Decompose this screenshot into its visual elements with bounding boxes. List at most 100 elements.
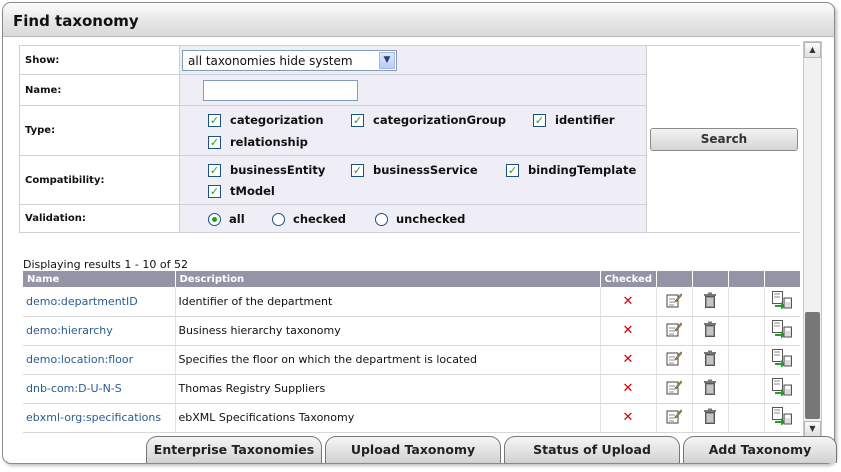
- checkbox-check-icon: ✓: [351, 113, 364, 127]
- type-categorizationgroup-checkbox[interactable]: ✓ categorizationGroup: [351, 113, 506, 127]
- taxonomy-name-link[interactable]: demo:departmentID: [23, 287, 176, 317]
- validation-all-radio[interactable]: all: [208, 212, 245, 226]
- compat-tmodel-checkbox[interactable]: ✓ tModel: [208, 184, 275, 198]
- type-label: Type:: [20, 106, 180, 155]
- validation-unchecked-radio[interactable]: unchecked: [375, 212, 465, 226]
- checkbox-label: identifier: [555, 113, 615, 127]
- scroll-up-arrow-icon[interactable]: ▲: [804, 42, 821, 58]
- column-header-edit: [656, 271, 693, 287]
- tab-upload-taxonomy[interactable]: Upload Taxonomy: [325, 436, 501, 463]
- checkbox-label: businessEntity: [230, 163, 326, 177]
- tab-add-taxonomy[interactable]: Add Taxonomy: [683, 436, 837, 463]
- checkbox-label: categorizationGroup: [373, 113, 507, 127]
- table-row: ebxml-org:specifications ebXML Specificat…: [23, 403, 800, 433]
- empty-cell: [728, 374, 765, 404]
- trash-icon[interactable]: [703, 292, 717, 311]
- name-label: Name:: [20, 75, 180, 105]
- compat-businessentity-checkbox[interactable]: ✓ businessEntity: [208, 163, 325, 177]
- edit-icon[interactable]: [666, 292, 683, 311]
- empty-cell: [728, 403, 765, 433]
- checkbox-check-icon: ✓: [208, 113, 221, 127]
- table-row: demo:hierarchy Business hierarchy taxonom…: [23, 316, 800, 346]
- taxonomy-description: Thomas Registry Suppliers: [175, 374, 601, 404]
- radio-selected-icon: [208, 212, 221, 226]
- export-cell: [764, 345, 800, 375]
- edit-icon[interactable]: [666, 350, 683, 369]
- cross-icon: ✕: [622, 410, 634, 425]
- cross-icon: ✕: [622, 323, 634, 338]
- compat-bindingtemplate-checkbox[interactable]: ✓ bindingTemplate: [506, 163, 636, 177]
- column-header-export: [764, 271, 800, 287]
- delete-cell: [692, 403, 729, 433]
- type-relationship-checkbox[interactable]: ✓ relationship: [208, 135, 308, 149]
- find-taxonomy-window: Find taxonomy Show: all taxonomies hide …: [2, 2, 835, 464]
- table-header-row: Name Description Checked: [23, 271, 800, 287]
- trash-icon[interactable]: [703, 408, 717, 427]
- export-cell: [764, 403, 800, 433]
- export-icon[interactable]: [772, 407, 792, 428]
- validation-checked-radio[interactable]: checked: [272, 212, 346, 226]
- checked-cell: ✕: [600, 316, 657, 346]
- checkbox-label: categorization: [230, 113, 324, 127]
- taxonomy-description: Business hierarchy taxonomy: [175, 316, 601, 346]
- checkbox-label: businessService: [373, 163, 478, 177]
- radio-label: checked: [293, 212, 346, 226]
- edit-icon[interactable]: [666, 379, 683, 398]
- radio-icon: [375, 212, 388, 226]
- radio-label: unchecked: [396, 212, 466, 226]
- validation-row: Validation: all checked unchecked: [20, 205, 646, 232]
- trash-icon[interactable]: [703, 350, 717, 369]
- show-select[interactable]: all taxonomies hide system ▼: [182, 50, 397, 71]
- radio-label: all: [229, 212, 245, 226]
- checkbox-label: bindingTemplate: [528, 163, 637, 177]
- taxonomy-name-link[interactable]: demo:hierarchy: [23, 316, 176, 346]
- export-icon[interactable]: [772, 290, 792, 312]
- table-row: dnb-com:D-U-N-S Thomas Registry Suppliers…: [23, 374, 800, 404]
- export-icon[interactable]: [772, 378, 792, 399]
- chevron-down-icon[interactable]: ▼: [379, 52, 395, 69]
- compat-businessservice-checkbox[interactable]: ✓ businessService: [351, 163, 478, 177]
- checkbox-check-icon: ✓: [208, 163, 221, 177]
- checkbox-check-icon: ✓: [208, 135, 221, 149]
- taxonomy-description: ebXML Specifications Taxonomy: [175, 403, 601, 433]
- show-select-value: all taxonomies hide system: [188, 54, 353, 68]
- radio-icon: [272, 212, 285, 226]
- cross-icon: ✕: [622, 381, 634, 396]
- checked-cell: ✕: [600, 374, 657, 404]
- edit-icon[interactable]: [666, 321, 683, 340]
- filter-form: Show: all taxonomies hide system ▼ Name:…: [19, 45, 800, 233]
- cross-icon: ✕: [622, 352, 634, 367]
- empty-cell: [728, 316, 765, 346]
- export-icon[interactable]: [772, 320, 792, 341]
- edit-cell: [656, 403, 693, 433]
- show-row: Show: all taxonomies hide system ▼: [20, 46, 646, 75]
- type-identifier-checkbox[interactable]: ✓ identifier: [533, 113, 615, 127]
- trash-icon[interactable]: [703, 379, 717, 398]
- taxonomy-name-link[interactable]: dnb-com:D-U-N-S: [23, 374, 176, 404]
- validation-label: Validation:: [20, 205, 180, 232]
- checkbox-check-icon: ✓: [533, 113, 546, 127]
- search-button[interactable]: Search: [650, 128, 798, 151]
- bottom-tab-bar: Enterprise Taxonomies Upload Taxonomy St…: [0, 436, 841, 466]
- empty-cell: [728, 287, 765, 317]
- name-input[interactable]: [203, 80, 358, 101]
- type-categorization-checkbox[interactable]: ✓ categorization: [208, 113, 324, 127]
- export-cell: [764, 374, 800, 404]
- taxonomy-name-link[interactable]: demo:location:floor: [23, 345, 176, 375]
- taxonomy-name-link[interactable]: ebxml-org:specifications: [23, 403, 176, 433]
- name-row: Name:: [20, 75, 646, 106]
- delete-cell: [692, 287, 729, 317]
- filter-side-panel: Search: [646, 46, 800, 232]
- tab-enterprise-taxonomies[interactable]: Enterprise Taxonomies: [146, 436, 322, 463]
- table-row: demo:location:floor Specifies the floor o…: [23, 345, 800, 375]
- checkbox-label: relationship: [230, 135, 308, 149]
- scrollbar-thumb[interactable]: [805, 312, 820, 419]
- edit-icon[interactable]: [666, 408, 683, 427]
- export-icon[interactable]: [772, 349, 792, 370]
- vertical-scrollbar[interactable]: ▲ ▼: [803, 41, 822, 438]
- trash-icon[interactable]: [703, 321, 717, 340]
- tab-status-of-upload[interactable]: Status of Upload: [504, 436, 680, 463]
- scroll-down-arrow-icon[interactable]: ▼: [804, 421, 821, 437]
- empty-cell: [728, 345, 765, 375]
- checkbox-check-icon: ✓: [208, 184, 221, 198]
